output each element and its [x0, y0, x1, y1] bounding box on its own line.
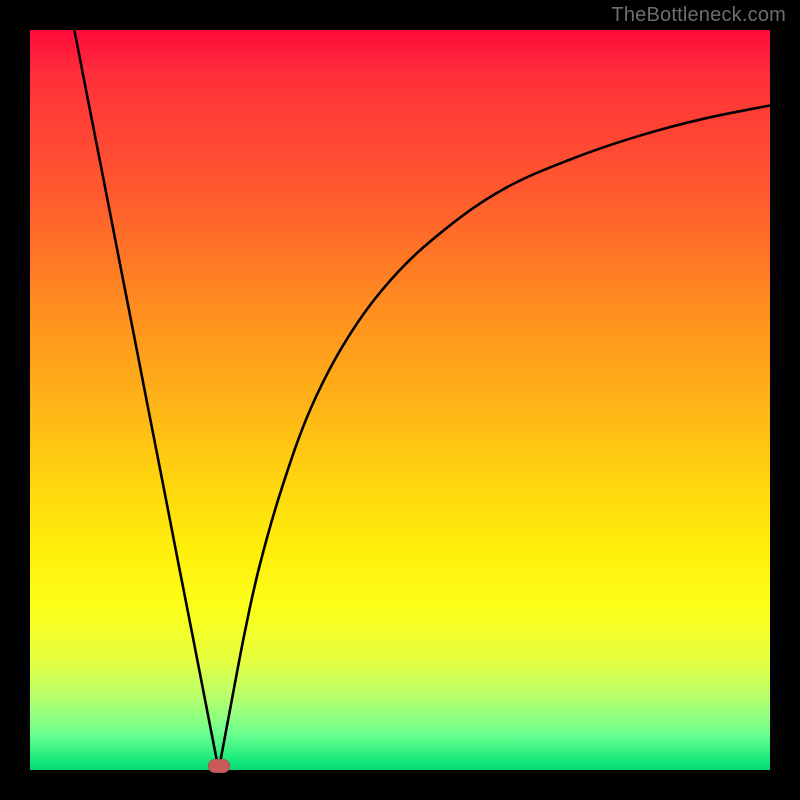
plot-area: [30, 30, 770, 770]
watermark-text: TheBottleneck.com: [611, 4, 786, 27]
curve-layer: [30, 30, 770, 770]
chart-frame: TheBottleneck.com: [0, 0, 800, 800]
bottleneck-marker: [208, 759, 230, 773]
curve-right-branch: [219, 105, 770, 770]
curve-left-branch: [74, 30, 218, 770]
